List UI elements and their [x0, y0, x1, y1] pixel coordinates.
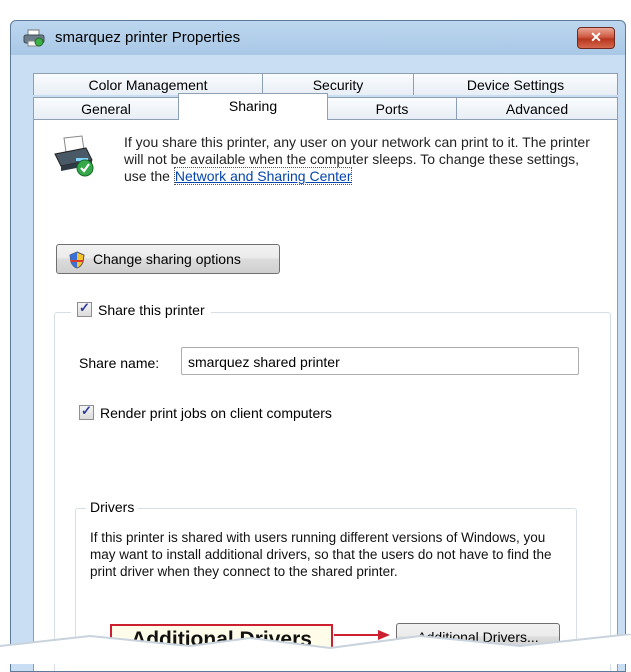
- render-jobs-label: Render print jobs on client computers: [100, 405, 332, 421]
- tab-row-back: Color Management Security Device Setting…: [33, 73, 618, 95]
- drivers-description: If this printer is shared with users run…: [90, 530, 552, 579]
- properties-window: smarquez printer Properties ✕ Color Mana…: [10, 20, 626, 672]
- sharing-description: If you share this printer, any user on y…: [124, 134, 594, 185]
- drivers-legend: Drivers: [86, 499, 139, 515]
- tab-security[interactable]: Security: [262, 73, 414, 95]
- share-printer-checkbox-row[interactable]: Share this printer: [71, 300, 211, 318]
- tab-color-management[interactable]: Color Management: [33, 73, 263, 95]
- share-name-label: Share name:: [79, 355, 160, 371]
- change-sharing-options-button[interactable]: Change sharing options: [56, 244, 280, 274]
- tab-row-front: General Sharing Ports Advanced: [33, 93, 618, 120]
- tab-device-settings[interactable]: Device Settings: [413, 73, 618, 95]
- window-title: smarquez printer Properties: [55, 29, 241, 46]
- share-printer-label: Share this printer: [98, 302, 205, 318]
- tab-ports[interactable]: Ports: [327, 97, 457, 119]
- share-group: Share this printer Share name: smarquez …: [54, 300, 611, 671]
- tab-advanced[interactable]: Advanced: [456, 97, 618, 119]
- title-bar[interactable]: smarquez printer Properties ✕: [11, 21, 625, 55]
- printer-icon: [23, 29, 45, 47]
- network-sharing-center-link[interactable]: Network and Sharing Center: [173, 167, 353, 185]
- render-jobs-checkbox[interactable]: [79, 403, 94, 420]
- share-name-input[interactable]: smarquez shared printer: [181, 347, 579, 375]
- torn-edge: [0, 634, 631, 664]
- shared-printer-icon: [54, 135, 94, 177]
- sharing-tab-panel: If you share this printer, any user on y…: [33, 119, 618, 671]
- share-printer-checkbox[interactable]: [77, 300, 92, 317]
- tab-general[interactable]: General: [33, 97, 179, 119]
- render-jobs-checkbox-row[interactable]: Render print jobs on client computers: [79, 403, 332, 421]
- tab-sharing[interactable]: Sharing: [178, 93, 328, 120]
- uac-shield-icon: [69, 251, 85, 269]
- close-button[interactable]: ✕: [577, 27, 615, 49]
- change-sharing-options-label: Change sharing options: [93, 251, 241, 267]
